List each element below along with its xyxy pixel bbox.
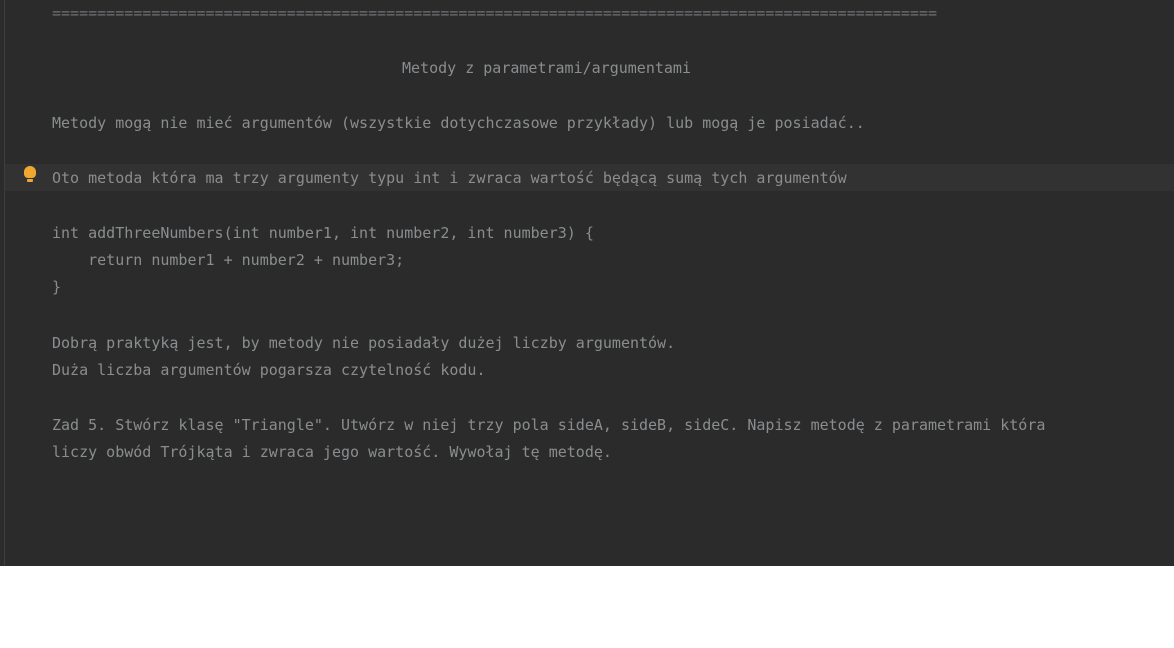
paragraph-line: Metody mogą nie mieć argumentów (wszystk… (52, 114, 865, 132)
lightbulb-icon[interactable] (23, 166, 37, 186)
tip-line: Duża liczba argumentów pogarsza czytelno… (52, 361, 486, 379)
task-line: Zad 5. Stwórz klasę "Triangle". Utwórz w… (52, 416, 1046, 434)
section-heading: Metody z parametrami/argumentami (402, 59, 691, 77)
code-line-signature: int addThreeNumbers(int number1, int num… (52, 224, 594, 242)
code-line-closing-brace: } (52, 278, 62, 296)
tip-line: Dobrą praktyką jest, by metody nie posia… (52, 334, 676, 352)
gutter-border (4, 0, 5, 566)
bulb-base (27, 179, 33, 182)
code-line-return: return number1 + number2 + number3; (52, 251, 405, 269)
task-line: liczy obwód Trójkąta i zwraca jego warto… (52, 443, 612, 461)
bulb-glass (24, 166, 36, 178)
code-editor[interactable]: ========================================… (0, 0, 1174, 566)
paragraph-line-current: Oto metoda która ma trzy argumenty typu … (52, 169, 847, 187)
separator-line: ========================================… (52, 4, 938, 22)
